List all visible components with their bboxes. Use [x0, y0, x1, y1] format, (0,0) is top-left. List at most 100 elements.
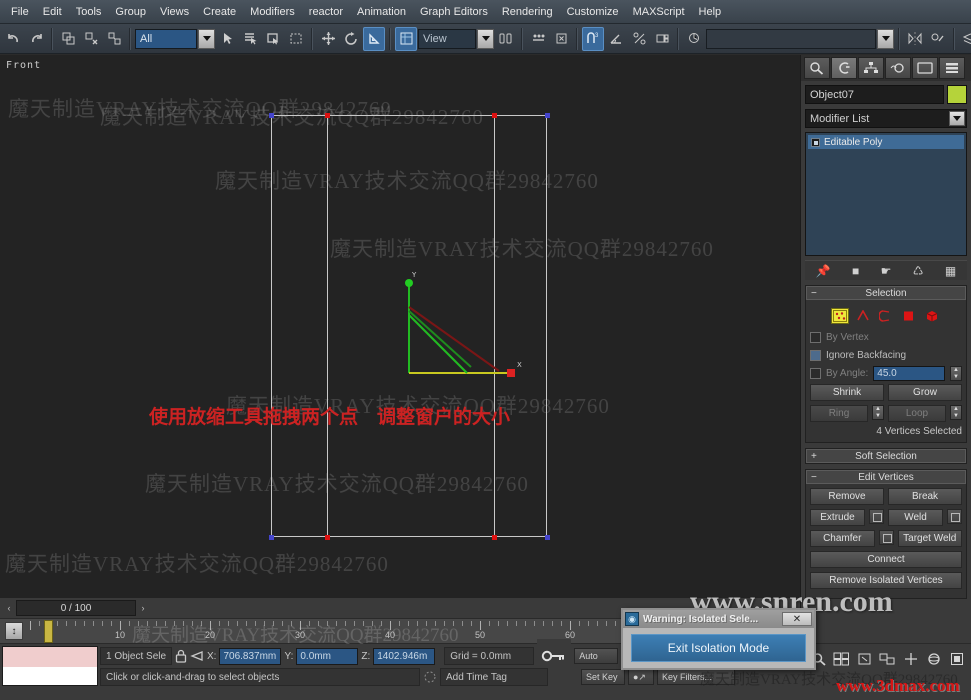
- edit-vertices-rollout-header[interactable]: − Edit Vertices: [806, 470, 966, 484]
- menu-item-edit[interactable]: Edit: [36, 4, 69, 20]
- ignore-backfacing-row[interactable]: Ignore Backfacing: [810, 348, 962, 362]
- exit-isolation-mode-button[interactable]: Exit Isolation Mode: [631, 634, 806, 662]
- maximize-viewport-icon[interactable]: [946, 648, 967, 669]
- modifier-list-dropdown[interactable]: Modifier List: [805, 109, 967, 128]
- select-by-name-icon[interactable]: [239, 27, 261, 51]
- ring-spinner-arrows-icon[interactable]: ▲ ▼: [872, 405, 884, 420]
- motion-tab-icon[interactable]: [885, 57, 911, 79]
- ring-button[interactable]: Ring: [810, 405, 868, 422]
- z-coordinate-field[interactable]: 1402.946m: [373, 647, 436, 665]
- named-selection-sets-input[interactable]: [706, 28, 876, 49]
- object-color-swatch[interactable]: [947, 85, 967, 104]
- utilities-tab-icon[interactable]: [939, 57, 965, 79]
- weld-button[interactable]: Weld: [888, 509, 943, 526]
- percent-snap-icon[interactable]: [628, 27, 650, 51]
- rollout-collapse-icon[interactable]: −: [811, 472, 817, 483]
- edge-icon[interactable]: [854, 308, 872, 324]
- remove-modifier-icon[interactable]: ♺: [913, 264, 924, 278]
- select-rotate-icon[interactable]: [340, 27, 362, 51]
- by-angle-spinner-arrows-icon[interactable]: ▲ ▼: [950, 365, 962, 381]
- selection-filter-dropdown[interactable]: All: [135, 28, 197, 49]
- vertex-marker[interactable]: [269, 113, 274, 118]
- make-unique-icon[interactable]: ☛: [881, 264, 892, 278]
- dialog-title-bar[interactable]: ◉ Warning: Isolated Sele... ✕: [623, 610, 814, 628]
- polygon-icon[interactable]: [900, 308, 918, 324]
- coordinate-system-dropdown[interactable]: View: [418, 28, 476, 49]
- menu-item-help[interactable]: Help: [692, 4, 729, 20]
- adaptive-degradation-icon[interactable]: [423, 670, 437, 684]
- modifier-stack[interactable]: Editable Poly: [805, 132, 967, 256]
- menu-item-file[interactable]: File: [4, 4, 36, 20]
- menu-item-reactor[interactable]: reactor: [302, 4, 350, 20]
- named-selection-arrow-icon[interactable]: [877, 28, 894, 49]
- by-vertex-row[interactable]: By Vertex: [810, 330, 962, 344]
- redo-icon[interactable]: [25, 27, 47, 51]
- key-filters-button[interactable]: Key Filters...: [657, 669, 735, 685]
- vertex-marker-selected[interactable]: [492, 113, 497, 118]
- zoom-extents-icon[interactable]: [854, 648, 875, 669]
- bind-space-warp-icon[interactable]: [103, 27, 125, 51]
- pin-stack-icon[interactable]: 📌: [816, 264, 831, 278]
- listener-input-line[interactable]: [3, 667, 97, 685]
- layer-manager-icon[interactable]: [959, 27, 971, 51]
- use-selection-center-icon[interactable]: [527, 27, 549, 51]
- select-move-icon[interactable]: [317, 27, 339, 51]
- front-viewport[interactable]: Front 魔天制造VRAY技术交流QQ群29842760 魔天制造VRAY技术…: [0, 55, 800, 598]
- grow-button[interactable]: Grow: [888, 384, 962, 401]
- next-frame-button[interactable]: ›: [136, 600, 150, 616]
- use-pivot-center-icon[interactable]: [495, 27, 517, 51]
- menu-item-tools[interactable]: Tools: [69, 4, 109, 20]
- close-icon[interactable]: ✕: [782, 612, 812, 626]
- menu-item-rendering[interactable]: Rendering: [495, 4, 560, 20]
- scale-transform-gizmo[interactable]: Y X: [395, 267, 525, 387]
- modify-tab-icon[interactable]: [831, 57, 857, 79]
- connect-button[interactable]: Connect: [810, 551, 962, 568]
- unlink-icon[interactable]: [80, 27, 102, 51]
- by-angle-checkbox[interactable]: [810, 367, 821, 379]
- time-slider-handle[interactable]: [44, 620, 53, 643]
- zoom-all-icon[interactable]: [831, 648, 852, 669]
- by-angle-row[interactable]: By Angle: 45.0 ▲ ▼: [810, 365, 962, 381]
- element-icon[interactable]: [923, 308, 941, 324]
- arc-rotate-icon[interactable]: [923, 648, 944, 669]
- weld-settings-button[interactable]: [947, 509, 962, 524]
- open-mini-curve-editor-icon[interactable]: ↕: [5, 622, 23, 640]
- menu-item-animation[interactable]: Animation: [350, 4, 413, 20]
- selection-filter-arrow-icon[interactable]: [198, 28, 215, 49]
- rollout-expand-icon[interactable]: +: [811, 451, 817, 462]
- auto-key-button[interactable]: Auto: [574, 648, 619, 664]
- menu-item-graph-editors[interactable]: Graph Editors: [413, 4, 495, 20]
- vertex-icon[interactable]: [831, 308, 849, 324]
- window-crossing-icon[interactable]: [285, 27, 307, 51]
- coordinate-system-arrow-icon[interactable]: [477, 28, 494, 49]
- break-button[interactable]: Break: [888, 488, 962, 505]
- maxscript-mini-listener[interactable]: [2, 646, 98, 686]
- pan-icon[interactable]: [900, 648, 921, 669]
- vertex-marker[interactable]: [269, 535, 274, 540]
- listener-macro-line[interactable]: [3, 647, 97, 667]
- ignore-backfacing-checkbox[interactable]: [810, 349, 821, 361]
- extrude-settings-button[interactable]: [869, 509, 884, 524]
- soft-selection-rollout-header[interactable]: + Soft Selection: [806, 449, 966, 463]
- modifier-stack-item[interactable]: Editable Poly: [808, 135, 964, 149]
- menu-item-maxscript[interactable]: MAXScript: [626, 4, 692, 20]
- remove-isolated-vertices-button[interactable]: Remove Isolated Vertices: [810, 572, 962, 589]
- zoom-region-icon[interactable]: [877, 648, 898, 669]
- vertex-marker-selected[interactable]: [492, 535, 497, 540]
- chevron-down-icon[interactable]: [949, 111, 965, 126]
- display-tab-icon[interactable]: [912, 57, 938, 79]
- rollout-collapse-icon[interactable]: −: [811, 288, 817, 299]
- by-vertex-checkbox[interactable]: [810, 331, 821, 343]
- menu-item-modifiers[interactable]: Modifiers: [243, 4, 302, 20]
- configure-sets-icon[interactable]: ▦: [945, 264, 956, 278]
- stack-toggle-icon[interactable]: [811, 137, 820, 147]
- chamfer-button[interactable]: Chamfer: [810, 530, 875, 547]
- border-icon[interactable]: [877, 308, 895, 324]
- add-time-tag-button[interactable]: Add Time Tag: [440, 668, 548, 686]
- vertex-marker[interactable]: [545, 113, 550, 118]
- snap-toggle-icon[interactable]: 3: [582, 26, 604, 51]
- vertex-marker-selected[interactable]: [325, 113, 330, 118]
- absolute-relative-icon[interactable]: [190, 649, 204, 663]
- shrink-button[interactable]: Shrink: [810, 384, 884, 401]
- undo-icon[interactable]: [2, 27, 24, 51]
